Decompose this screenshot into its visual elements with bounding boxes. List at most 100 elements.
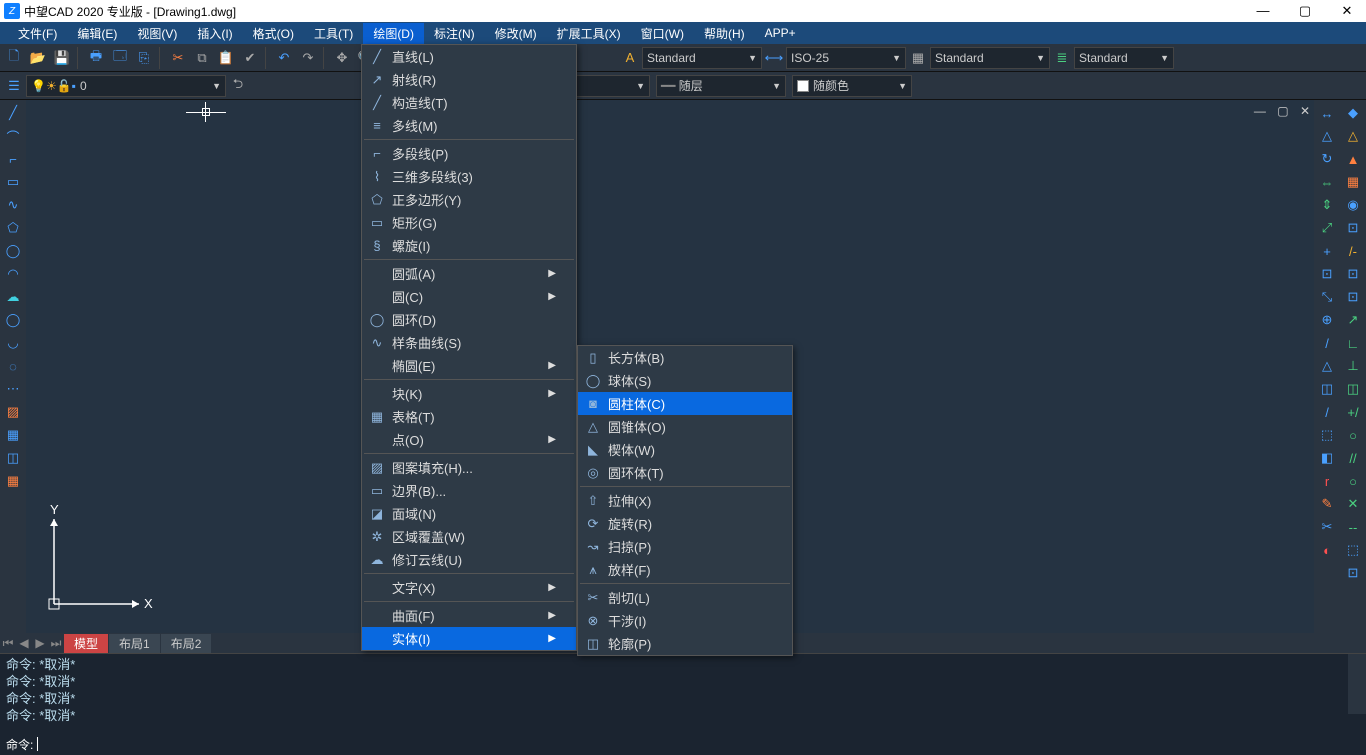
tab-layout1[interactable]: 布局1 (109, 634, 160, 653)
menu-item[interactable]: 视图(V) (127, 23, 187, 44)
tool-icon[interactable]: ↔ (1316, 102, 1338, 124)
tablestyle-combo[interactable]: Standard▼ (930, 47, 1050, 69)
open-icon[interactable]: 📂 (27, 47, 49, 69)
menu-item[interactable]: ↝扫掠(P) (578, 535, 792, 558)
maximize-button[interactable]: ▢ (1290, 3, 1320, 19)
lineweight-combo[interactable]: ━━ 随层▼ (656, 75, 786, 97)
tool-icon[interactable]: ⊡ (1342, 286, 1364, 308)
tool-icon[interactable]: ⇕ (1316, 194, 1338, 216)
close-button[interactable]: ✕ (1332, 3, 1362, 19)
menu-item[interactable]: ▦表格(T) (362, 405, 576, 428)
tool-icon[interactable]: ▦ (1342, 171, 1364, 193)
menu-item[interactable]: 插入(I) (187, 23, 242, 44)
tool-icon[interactable]: ◫ (1316, 378, 1338, 400)
tool-icon[interactable]: ⋯ (2, 378, 24, 400)
menu-item[interactable]: ↗射线(R) (362, 68, 576, 91)
menu-item[interactable]: 实体(I)▶ (362, 627, 576, 650)
tool-icon[interactable]: ⊥ (1342, 355, 1364, 377)
menu-item[interactable]: 曲面(F)▶ (362, 604, 576, 627)
menu-item[interactable]: 点(O)▶ (362, 428, 576, 451)
tool-icon[interactable]: ⊡ (1342, 263, 1364, 285)
paste-icon[interactable]: 📋 (215, 47, 237, 69)
menu-item[interactable]: 扩展工具(X) (547, 23, 631, 44)
tool-icon[interactable]: ↻ (1316, 148, 1338, 170)
tool-icon[interactable]: ◐ (1316, 539, 1338, 561)
tool-icon[interactable]: ◧ (1316, 447, 1338, 469)
tool-icon[interactable]: ⊡ (1316, 263, 1338, 285)
tool-icon[interactable]: + (1316, 240, 1338, 262)
tool-icon[interactable]: ⊡ (1342, 562, 1364, 584)
tool-icon[interactable]: ╱ (2, 102, 24, 124)
tool-icon[interactable]: ▦ (2, 424, 24, 446)
menu-item[interactable]: ∿样条曲线(S) (362, 331, 576, 354)
tool-icon[interactable]: ⌐ (2, 148, 24, 170)
menu-item[interactable]: 修改(M) (485, 23, 547, 44)
layer-prev-icon[interactable]: ⮌ (227, 75, 249, 97)
menu-item[interactable]: △圆锥体(O) (578, 415, 792, 438)
layer-manager-icon[interactable]: ☰ (3, 75, 25, 97)
menu-item[interactable]: ▭边界(B)... (362, 479, 576, 502)
tool-icon[interactable]: ✎ (1316, 493, 1338, 515)
tool-icon[interactable]: ◌ (2, 355, 24, 377)
menu-item[interactable]: 椭圆(E)▶ (362, 354, 576, 377)
menu-item[interactable]: 窗口(W) (631, 23, 694, 44)
menu-item[interactable]: ◯球体(S) (578, 369, 792, 392)
save-icon[interactable]: 💾 (51, 47, 73, 69)
tool-icon[interactable]: / (1316, 401, 1338, 423)
menu-item[interactable]: ╱构造线(T) (362, 91, 576, 114)
tool-icon[interactable]: +/ (1342, 401, 1364, 423)
tool-icon[interactable]: ✂ (1316, 516, 1338, 538)
tab-nav-prev-icon[interactable]: ◀ (16, 636, 32, 650)
command-input[interactable] (40, 737, 1360, 752)
tool-icon[interactable]: /- (1342, 240, 1364, 262)
mlstyle-icon[interactable]: ≣ (1051, 47, 1073, 69)
viewport-restore-icon[interactable]: ▢ (1277, 104, 1288, 118)
tab-nav-next-icon[interactable]: ▶ (32, 636, 48, 650)
menu-item[interactable]: 工具(T) (304, 23, 363, 44)
menu-item[interactable]: ▨图案填充(H)... (362, 456, 576, 479)
print-icon[interactable]: 🖶 (85, 47, 107, 69)
tool-icon[interactable]: ▲ (1342, 148, 1364, 170)
tool-icon[interactable]: △ (1342, 125, 1364, 147)
tool-icon[interactable]: ◡ (2, 332, 24, 354)
tab-nav-first-icon[interactable]: ⏮ (0, 636, 16, 651)
layer-combo[interactable]: 💡☀🔓▪ 0▼ (26, 75, 226, 97)
tool-icon[interactable]: ⬠ (2, 217, 24, 239)
tool-icon[interactable]: ◯ (2, 240, 24, 262)
menu-item[interactable]: ⌇三维多段线(3) (362, 165, 576, 188)
menu-item[interactable]: 格式(O) (243, 23, 304, 44)
tool-icon[interactable]: ⌒ (2, 125, 24, 147)
tool-icon[interactable]: ◠ (2, 263, 24, 285)
menu-item[interactable]: 编辑(E) (67, 23, 127, 44)
tool-icon[interactable]: r (1316, 470, 1338, 492)
tab-nav-last-icon[interactable]: ⏭ (48, 636, 64, 651)
tool-icon[interactable]: ⊡ (1342, 217, 1364, 239)
menu-item[interactable]: 绘图(D) (363, 23, 424, 44)
menu-item[interactable]: ⩚放样(F) (578, 558, 792, 581)
tool-icon[interactable]: ◆ (1342, 102, 1364, 124)
menu-item[interactable]: ⌐多段线(P) (362, 142, 576, 165)
tool-icon[interactable]: ∟ (1342, 332, 1364, 354)
tab-model[interactable]: 模型 (64, 634, 108, 653)
tool-icon[interactable]: -- (1342, 516, 1364, 538)
menu-item[interactable]: 文件(F) (8, 23, 67, 44)
menu-item[interactable]: 圆(C)▶ (362, 285, 576, 308)
tool-icon[interactable]: △ (1316, 355, 1338, 377)
dimstyle-icon[interactable]: ⟷ (763, 47, 785, 69)
tool-icon[interactable]: ⇔ (1316, 171, 1338, 193)
dimstyle-combo[interactable]: ISO-25▼ (786, 47, 906, 69)
viewport-close-icon[interactable]: ✕ (1300, 104, 1310, 118)
new-icon[interactable]: 🗋 (3, 47, 25, 69)
menu-item[interactable]: ✲区域覆盖(W) (362, 525, 576, 548)
menu-item[interactable]: ▭矩形(G) (362, 211, 576, 234)
menu-item[interactable]: ╱直线(L) (362, 45, 576, 68)
menu-item[interactable]: 圆弧(A)▶ (362, 262, 576, 285)
tablestyle-icon[interactable]: ▦ (907, 47, 929, 69)
menu-item[interactable]: APP+ (755, 24, 806, 42)
menu-item[interactable]: ◎圆环体(T) (578, 461, 792, 484)
tool-icon[interactable]: ☁ (2, 286, 24, 308)
menu-item[interactable]: §螺旋(I) (362, 234, 576, 257)
tool-icon[interactable]: ▦ (2, 470, 24, 492)
menu-item[interactable]: ▯长方体(B) (578, 346, 792, 369)
tool-icon[interactable]: ▨ (2, 401, 24, 423)
